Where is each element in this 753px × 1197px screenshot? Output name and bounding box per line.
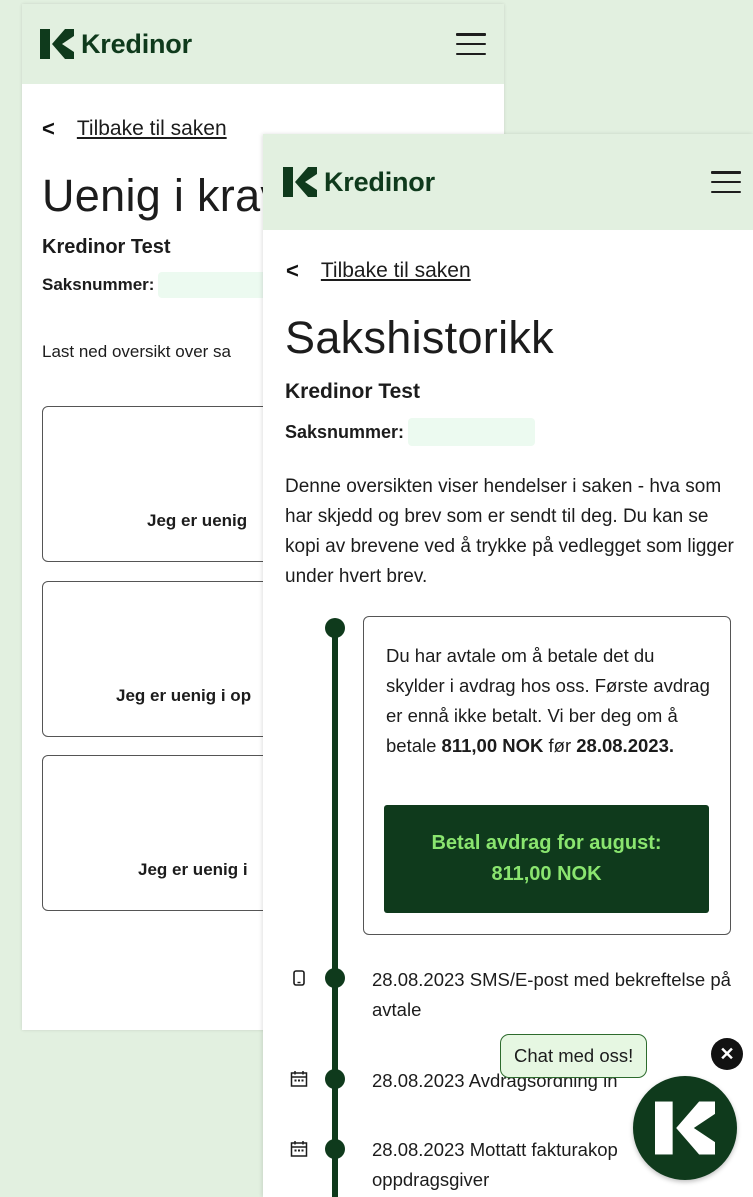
option-label: Jeg er uenig [147,511,248,530]
chevron-left-icon: < [42,116,55,141]
kredinor-logo-icon [283,167,317,197]
intro-text: Denne oversikten viser hendelser i saken… [285,476,734,587]
timeline-line [332,628,338,1197]
menu-icon[interactable] [711,171,741,193]
menu-icon[interactable] [456,33,486,55]
timeline-event: 28.08.2023 SMS/E-post med bekreftelse på… [372,969,731,1020]
logo-text: Kredinor [324,166,435,197]
close-icon[interactable]: ✕ [711,1038,743,1070]
case-owner: Kredinor Test [285,380,420,403]
case-number: Saksnummer: [42,272,269,298]
payment-notice-text: Du har avtale om å betale det du skylder… [386,645,710,756]
logo[interactable]: Kredinor [40,29,192,60]
timeline-dot [325,618,345,638]
kredinor-logo-icon [40,29,74,59]
download-overview-link[interactable]: Last ned oversikt over sa [42,342,231,362]
case-number: Saksnummer: [285,418,536,446]
back-link-label: Tilbake til saken [320,259,471,282]
payment-amount: 811,00 NOK [441,735,544,756]
timeline-dot [325,968,345,988]
header: Kredinor [22,4,504,84]
back-link[interactable]: < Tilbake til saken [42,116,227,142]
page-title: Uenig i krav [42,170,284,221]
option-label: Jeg er uenig i [138,860,248,879]
phone-icon [293,970,305,986]
back-link-label: Tilbake til saken [76,117,227,140]
option-label: Jeg er uenig i op [116,686,252,705]
case-number-value-redacted [158,272,269,298]
calendar-icon [290,1071,308,1087]
timeline-dot [325,1139,345,1159]
chat-tooltip[interactable]: Chat med oss! [500,1034,648,1078]
payment-due-date: 28.08.2023. [576,735,674,756]
kredinor-logo-icon [655,1101,715,1155]
case-owner: Kredinor Test [42,236,171,258]
logo-text: Kredinor [81,28,192,59]
chat-launcher-button[interactable] [633,1076,737,1180]
timeline-dot [325,1069,345,1089]
pay-button-line1: Betal avdrag for august: [431,832,662,854]
page-title: Sakshistorikk [285,312,554,363]
chevron-left-icon: < [286,258,299,283]
back-link[interactable]: < Tilbake til saken [286,258,471,284]
timeline-event: 28.08.2023 Mottatt fakturakop oppdragsgi… [372,1139,618,1190]
case-number-value-redacted [408,418,536,446]
pay-button-line2: 811,00 NOK [491,863,602,885]
logo[interactable]: Kredinor [283,167,435,198]
calendar-icon [290,1141,308,1157]
payment-notice-card: Du har avtale om å betale det du skylder… [363,616,731,935]
pay-installment-button[interactable]: Betal avdrag for august: 811,00 NOK [384,805,709,913]
header: Kredinor [263,134,753,230]
case-number-label: Saksnummer: [42,275,155,294]
case-number-label: Saksnummer: [285,421,405,442]
